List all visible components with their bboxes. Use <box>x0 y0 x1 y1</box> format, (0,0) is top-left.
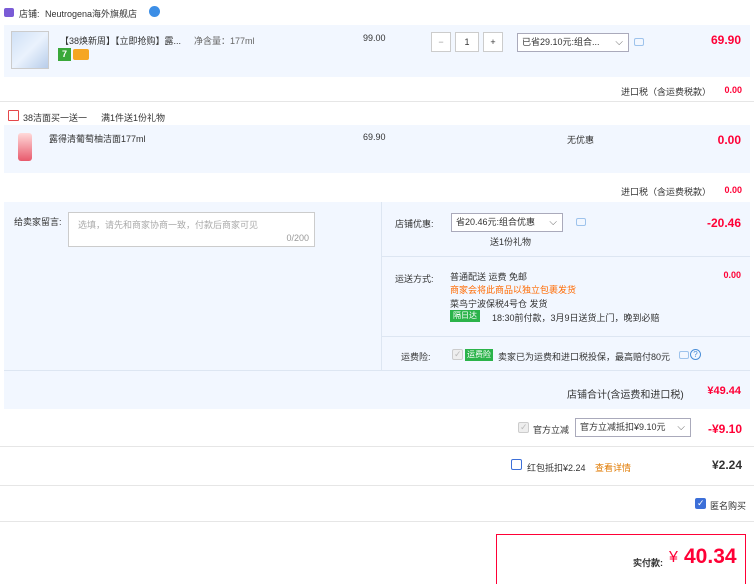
message-label: 给卖家留言: <box>14 217 62 227</box>
promo-label: 38洁面买一送一 <box>23 113 88 123</box>
store-discount-value: -20.46 <box>706 216 741 230</box>
product-image[interactable] <box>18 133 32 161</box>
shipping-line1: 普通配送 运费 免邮 <box>450 272 528 282</box>
store-name[interactable]: Neutrogena海外旗舰店 <box>45 7 137 20</box>
anonymous-label: 匿名购买 <box>710 501 747 511</box>
insurance-label: 运费险: <box>401 352 431 362</box>
store-total-value: ¥49.44 <box>707 385 741 397</box>
divider <box>0 521 754 522</box>
message-counter: 0/200 <box>286 233 309 243</box>
insurance-badge: 运费险 <box>465 349 493 361</box>
shipping-line2: 商家会将此商品以独立包裹发货 <box>450 285 577 295</box>
panel-divider <box>381 202 382 370</box>
store-total-row: 店铺合计(含运费和进口税) ¥49.44 <box>4 370 750 409</box>
badge-7-day-return: 7 <box>58 48 71 61</box>
red-packet-details-link[interactable]: 查看详情 <box>595 461 631 474</box>
payment-label: 实付款: <box>633 558 663 568</box>
divider <box>382 256 750 257</box>
insurance-text: 卖家已为运费和进口税投保，最高赔付80元 <box>498 352 671 362</box>
unit-price: 69.90 <box>363 132 386 142</box>
unit-price: 99.00 <box>363 33 386 43</box>
quantity-stepper[interactable]: − 1 + <box>431 32 503 52</box>
official-discount-select[interactable]: 官方立减抵扣¥9.10元 ⌵ <box>575 418 691 437</box>
store-label: 店铺: <box>19 9 40 19</box>
item-discount-select-value: 已省29.10元:组合... <box>522 37 600 47</box>
divider <box>0 446 754 447</box>
product-spec: 净含量：177ml <box>194 36 255 46</box>
message-icon[interactable] <box>634 38 644 46</box>
import-tax-value: 0.00 <box>724 185 742 195</box>
official-discount-checkbox <box>518 422 529 433</box>
import-tax-label: 进口税（含运费税款） <box>621 187 712 197</box>
item-total: 69.90 <box>710 33 741 47</box>
insurance-checkbox <box>452 349 463 360</box>
shipping-value: 0.00 <box>723 270 741 280</box>
message-placeholder: 选填，请先和商家协商一致，付款后商家可见 <box>78 220 259 230</box>
chevron-down-icon: ⌵ <box>549 217 557 228</box>
product-title[interactable]: 【38焕新周】【立即抢购】露... <box>60 34 181 47</box>
payment-value: 40.34 <box>684 545 737 568</box>
product-title[interactable]: 露得清葡萄柚洁面177ml <box>49 132 146 145</box>
store-discount-label: 店铺优惠: <box>395 219 434 229</box>
promo-desc: 满1件送1份礼物 <box>101 113 166 123</box>
item-total: 0.00 <box>717 133 741 147</box>
message-icon[interactable] <box>576 218 586 226</box>
anonymous-checkbox[interactable] <box>695 498 706 509</box>
shipping-label: 运送方式: <box>395 274 434 284</box>
cart-item-2: 露得清葡萄柚洁面177ml 69.90 无优惠 0.00 <box>4 125 750 173</box>
import-tax-label: 进口税（含运费税款） <box>621 87 712 97</box>
divider <box>382 336 750 337</box>
red-packet-value: ¥2.24 <box>711 458 742 472</box>
help-icon[interactable]: ? <box>690 349 701 360</box>
shipping-line4: 18:30前付款，3月9日送货上门，晚到必赔 <box>492 313 660 323</box>
red-packet-checkbox[interactable] <box>511 459 522 470</box>
order-options-panel: 给卖家留言: 选填，请先和商家协商一致，付款后商家可见 0/200 店铺优惠: … <box>4 202 750 409</box>
official-discount-label: 官方立减 <box>533 425 570 435</box>
message-icon[interactable] <box>679 351 689 359</box>
red-packet-label: 红包抵扣¥2.24 <box>527 463 586 473</box>
payment-summary: 实付款: ¥ 40.34 <box>496 534 746 584</box>
next-day-badge: 隔日达 <box>450 310 480 322</box>
official-discount-select-value: 官方立减抵扣¥9.10元 <box>580 422 666 432</box>
qty-plus-button[interactable]: + <box>483 32 503 52</box>
product-image[interactable] <box>11 31 49 69</box>
chevron-down-icon: ⌵ <box>677 422 685 433</box>
item-discount-select[interactable]: 已省29.10元:组合... ⌵ <box>517 33 629 52</box>
message-input[interactable]: 选填，请先和商家协商一致，付款后商家可见 0/200 <box>68 212 315 247</box>
qty-minus-button[interactable]: − <box>431 32 451 52</box>
import-tax-value: 0.00 <box>724 85 742 95</box>
store-total-label: 店铺合计(含运费和进口税) <box>567 390 684 401</box>
payment-currency: ¥ <box>669 549 678 566</box>
store-discount-select[interactable]: 省20.46元:组合优惠 ⌵ <box>451 213 563 232</box>
store-discount-gift: 送1份礼物 <box>490 237 532 247</box>
gift-icon <box>8 110 19 121</box>
divider <box>0 101 754 102</box>
chat-icon[interactable] <box>149 6 160 17</box>
item-discount: 无优惠 <box>567 135 595 145</box>
official-discount-value: -¥9.10 <box>707 422 742 436</box>
chevron-down-icon: ⌵ <box>615 37 623 48</box>
cart-item-1: 【38焕新周】【立即抢购】露... 净含量：177ml 7 99.00 − 1 … <box>4 25 750 77</box>
qty-input[interactable]: 1 <box>455 32 479 52</box>
divider <box>0 485 754 486</box>
store-discount-select-value: 省20.46元:组合优惠 <box>456 217 536 227</box>
shipping-line3: 菜鸟宁波保税4号仓 发货 <box>450 299 548 309</box>
card-icon <box>73 49 89 60</box>
store-icon <box>4 8 14 17</box>
